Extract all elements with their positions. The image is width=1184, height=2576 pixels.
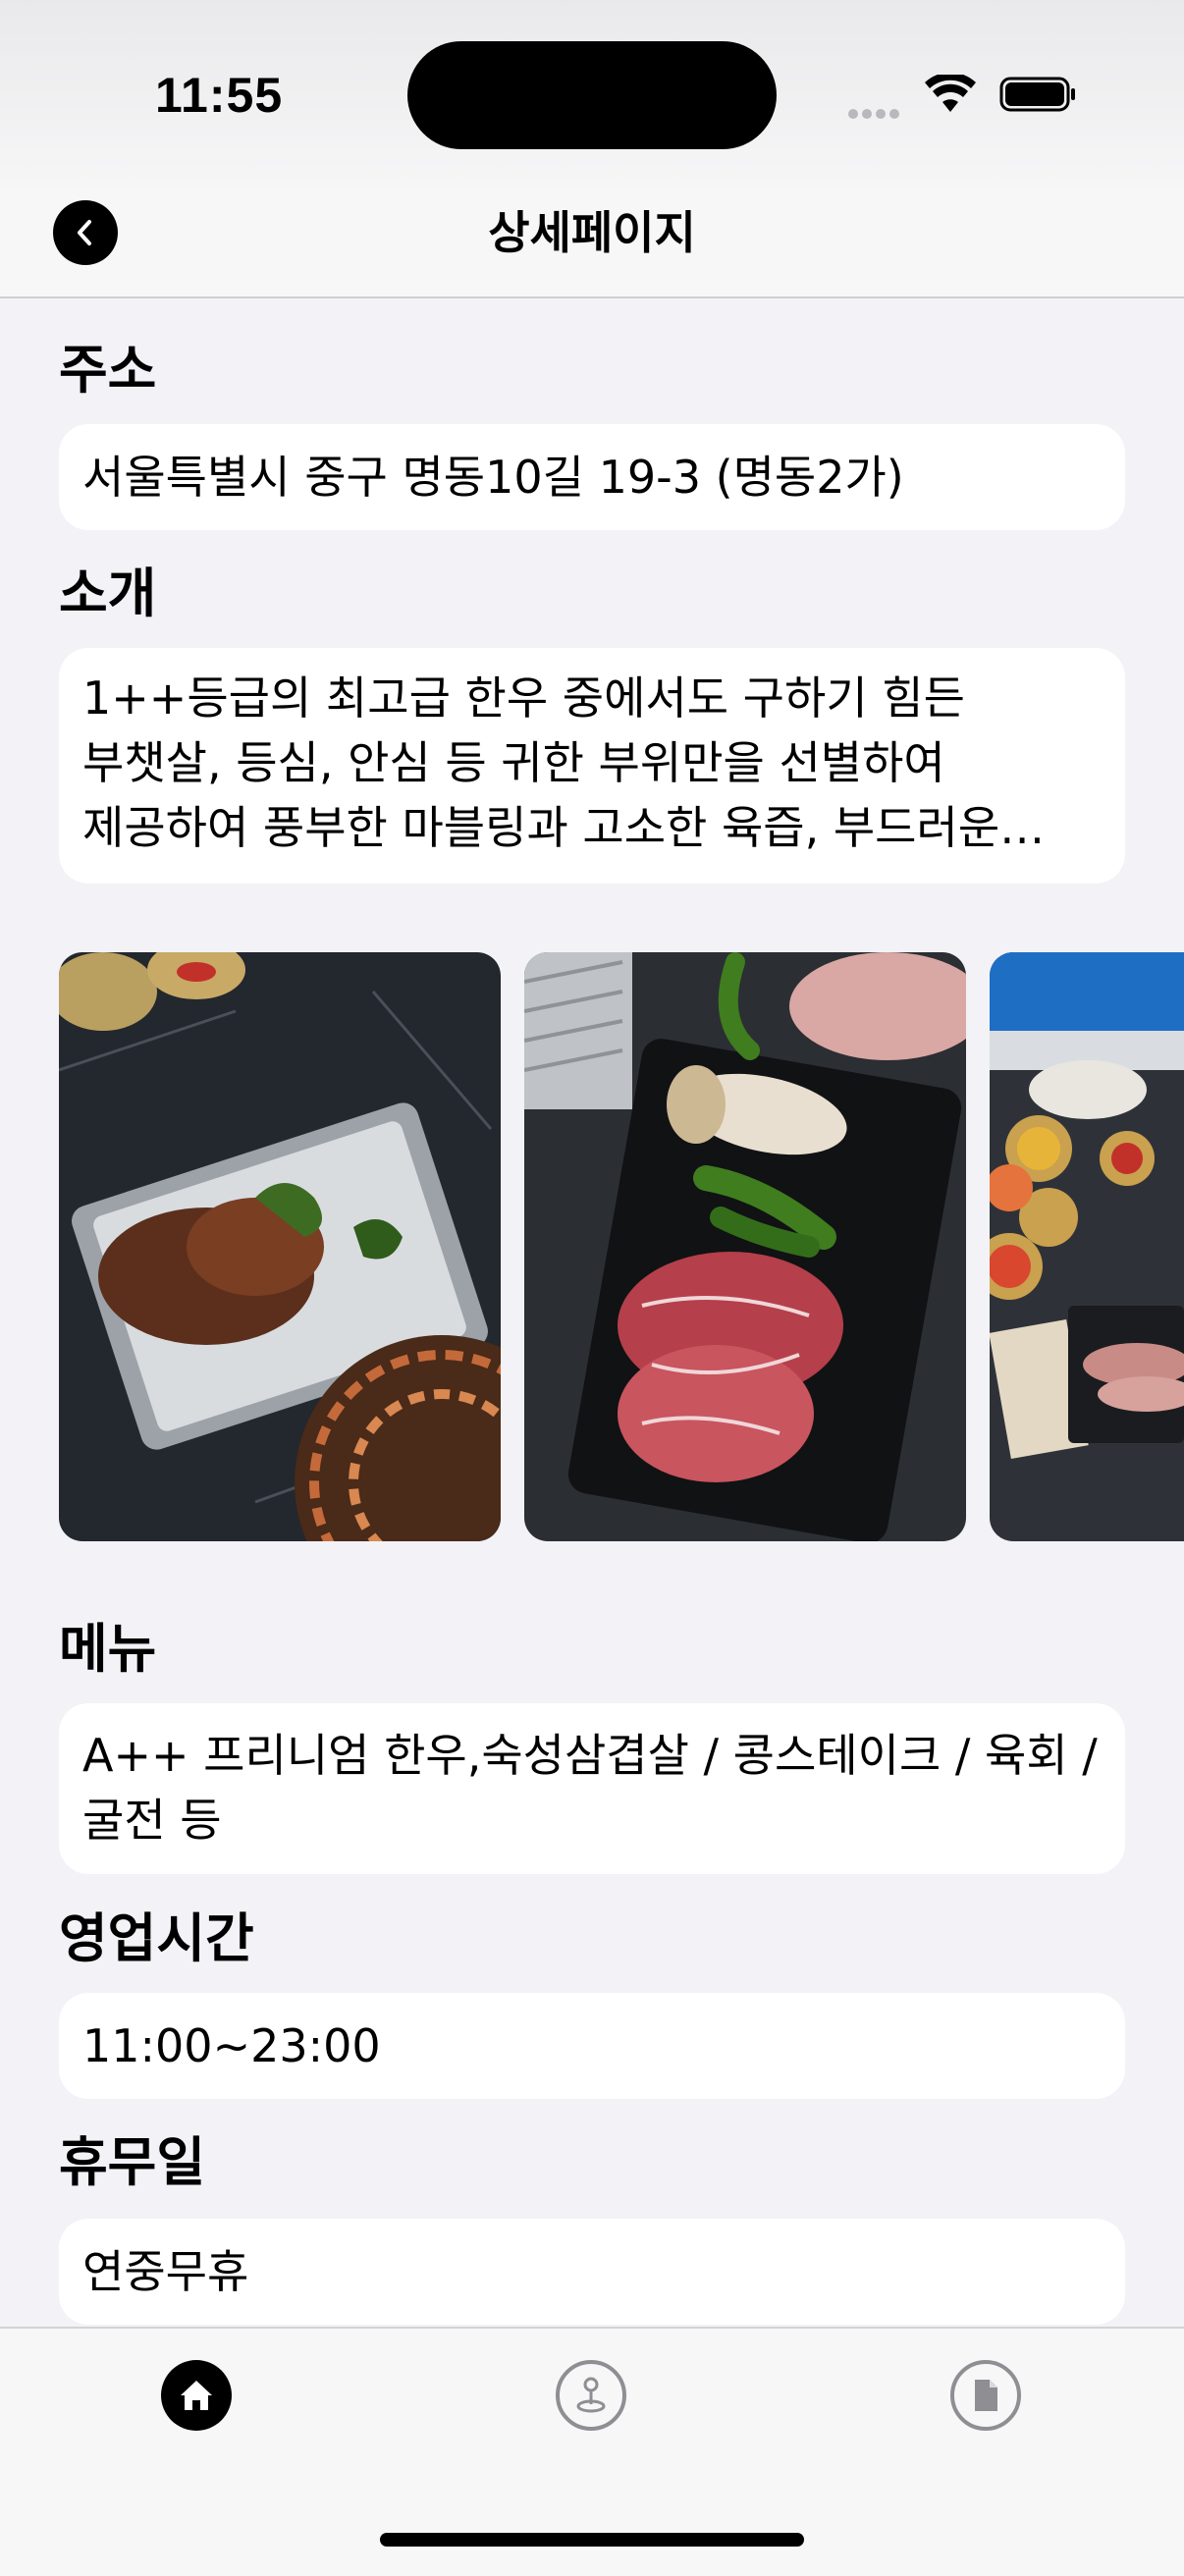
page-title: 상세페이지 — [488, 206, 696, 259]
status-bar: 11:55 — [0, 0, 1184, 187]
intro-line: 1++등급의 최고급 한우 중에서도 구하기 힘든 — [82, 671, 965, 724]
joystick-icon — [576, 2377, 606, 2413]
photo-raw-beef-platter[interactable] — [524, 952, 966, 1541]
intro-line: 부챗살, 등심, 안심 등 귀한 부위만을 선별하여 — [82, 736, 945, 789]
intro-card[interactable]: 1++등급의 최고급 한우 중에서도 구하기 힘든 부챗살, 등심, 안심 등 … — [59, 648, 1125, 884]
status-time: 11:55 — [155, 68, 284, 123]
dynamic-island — [407, 41, 777, 149]
tab-document[interactable] — [950, 2360, 1021, 2431]
hours-card: 11:00~23:00 — [59, 1993, 1125, 2099]
holiday-value: 연중무휴 — [82, 2245, 249, 2298]
tab-home[interactable] — [161, 2360, 232, 2431]
intro-label: 소개 — [59, 563, 157, 624]
address-value: 서울특별시 중구 명동10길 19-3 (명동2가) — [82, 451, 904, 504]
menu-line: 굴전 등 — [82, 1794, 222, 1847]
navigation-bar: 상세페이지 — [0, 187, 1184, 298]
home-indicator[interactable] — [380, 2533, 804, 2547]
photo-grilled-ribs[interactable] — [59, 952, 501, 1541]
holiday-card: 연중무휴 — [59, 2219, 1125, 2325]
hours-value: 11:00~23:00 — [82, 2019, 381, 2072]
menu-line: A++ 프리니엄 한우,숙성삼겹살 / 콩스테이크 / 육회 / — [82, 1729, 1098, 1782]
document-icon — [975, 2380, 997, 2411]
home-icon — [181, 2381, 212, 2410]
wifi-icon — [925, 75, 976, 112]
tab-joystick[interactable] — [556, 2360, 626, 2431]
address-label: 주소 — [59, 339, 157, 401]
intro-line: 제공하여 풍부한 마블링과 고소한 육즙, 부드러운… — [82, 801, 1046, 854]
photo-table-spread[interactable] — [990, 952, 1184, 1541]
hours-label: 영업시간 — [59, 1907, 254, 1969]
menu-card: A++ 프리니엄 한우,숙성삼겹살 / 콩스테이크 / 육회 / 굴전 등 — [59, 1703, 1125, 1874]
holiday-label: 휴무일 — [59, 2131, 206, 2193]
menu-label: 메뉴 — [59, 1618, 157, 1680]
battery-icon — [999, 77, 1075, 112]
address-card: 서울특별시 중구 명동10길 19-3 (명동2가) — [59, 424, 1125, 530]
cellular-signal-icon — [848, 104, 903, 123]
